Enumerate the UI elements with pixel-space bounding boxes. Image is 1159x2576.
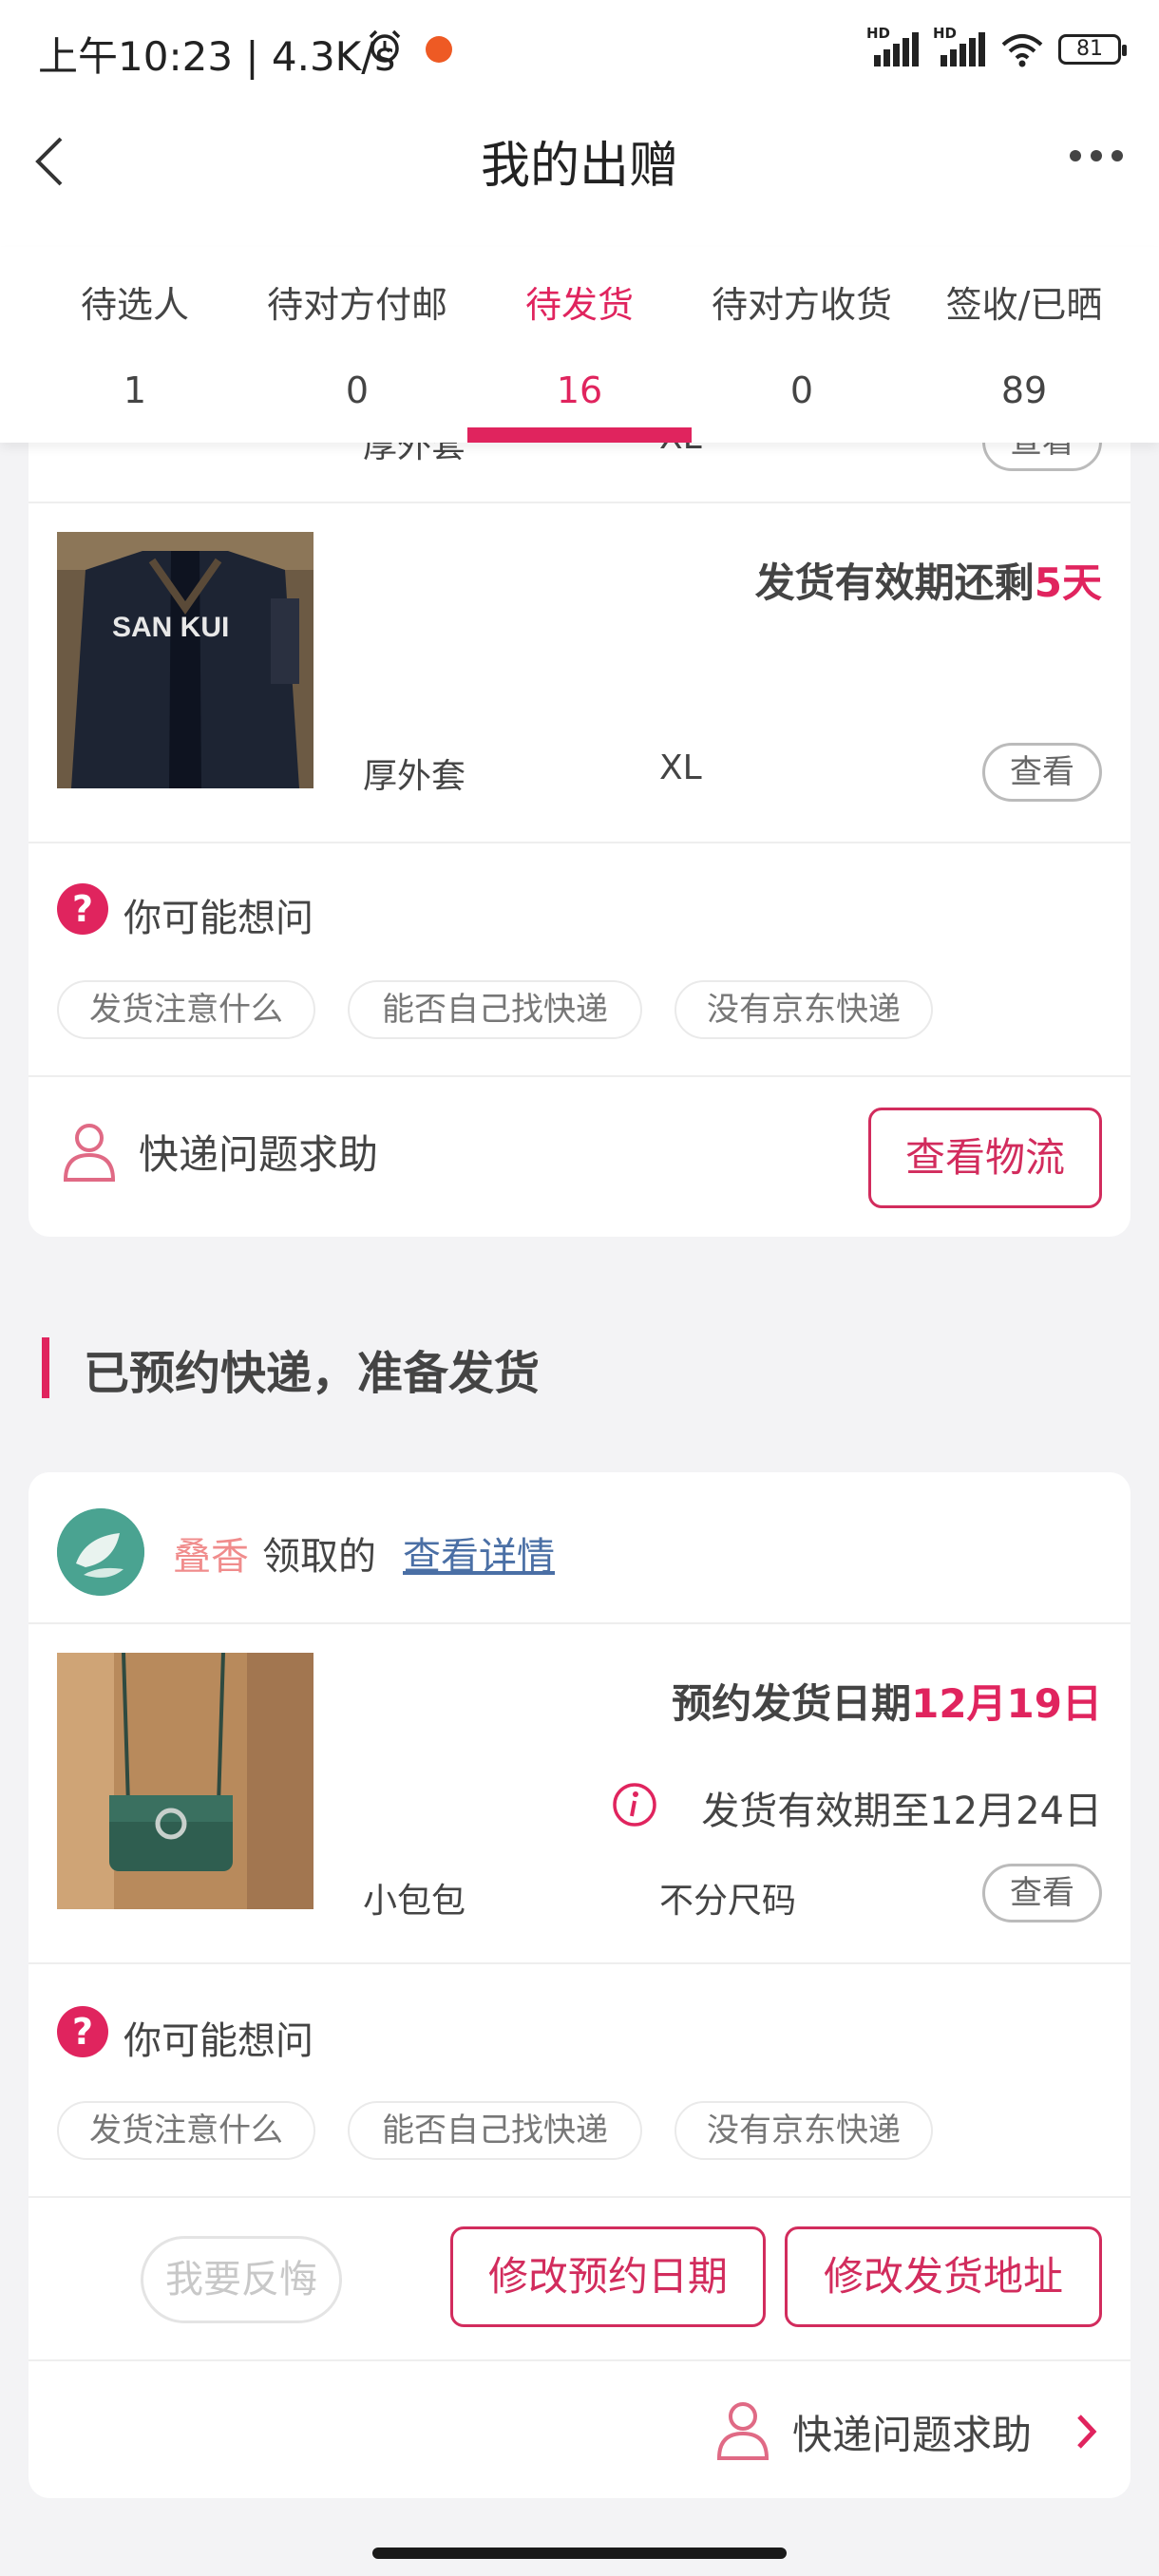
validity-text: 发货有效期至12月24日 [701, 1790, 1102, 1833]
tab-signed[interactable]: 签收/已晒 89 [920, 275, 1129, 411]
divider [28, 502, 1130, 503]
faq-title: 你可能想问 [124, 2019, 314, 2063]
tab-label: 签收/已晒 [945, 284, 1103, 326]
status-right: HD HD 81 [866, 25, 1127, 68]
appointment-date: 预约发货日期12月19日 [672, 1672, 1102, 1730]
tab-label: 待选人 [80, 284, 189, 326]
tab-pending-select[interactable]: 待选人 1 [30, 275, 239, 411]
divider [28, 1622, 1130, 1624]
courier-help[interactable]: 快递问题求助 [139, 1123, 378, 1181]
section-title: 已预约快递，准备发货 [84, 1347, 541, 1400]
status-bar: 上午10:23 | 4.3K/s HD HD 81 [0, 0, 1159, 104]
nav-bar: 我的出赠 [0, 104, 1159, 247]
avatar[interactable] [57, 1508, 144, 1596]
wifi-icon [1001, 34, 1043, 67]
faq-chip-own-courier[interactable]: 能否自己找快递 [348, 2101, 642, 2160]
divider [28, 2359, 1130, 2361]
item-name: 小包包 [363, 1882, 466, 1921]
appointment-value: 12月19日 [911, 1680, 1102, 1727]
receiver-name[interactable]: 叠香 [173, 1525, 249, 1581]
signal-icon-2: HD [933, 25, 986, 68]
tab-active-indicator [467, 427, 692, 443]
courier-help[interactable]: 快递问题求助 [792, 2403, 1032, 2461]
question-icon: ? [57, 883, 108, 935]
item-size: XL [659, 748, 702, 787]
item-thumbnail-jacket[interactable]: SAN KUI [57, 532, 314, 788]
divider [28, 2196, 1130, 2198]
change-address-button[interactable]: 修改发货地址 [785, 2226, 1102, 2327]
signal-icon: HD [866, 25, 920, 68]
alarm-icon [369, 29, 401, 63]
faq-chip-shipping-notes[interactable]: 发货注意什么 [57, 980, 315, 1039]
tab-pending-receipt[interactable]: 待对方收货 0 [697, 275, 906, 411]
signal-label: HD [866, 25, 891, 42]
view-details-link[interactable]: 查看详情 [403, 1525, 555, 1581]
chevron-right-icon[interactable] [1075, 2413, 1098, 2451]
status-time: 上午10:23 | 4.3K/s [38, 33, 396, 80]
deadline-value: 5天 [1034, 559, 1102, 606]
section-marker [42, 1337, 49, 1398]
view-logistics-button[interactable]: 查看物流 [868, 1108, 1102, 1208]
gift-card-2: 叠香 领取的 查看详情 预约发货日期12月19日 发货有效期至12月24日 小包… [28, 1472, 1130, 2498]
view-button[interactable]: 查看 [982, 1864, 1102, 1923]
faq-title: 你可能想问 [124, 897, 314, 940]
faq-chip-no-jd[interactable]: 没有京东快递 [674, 980, 933, 1039]
item-name: 厚外套 [363, 757, 466, 796]
item-size: 不分尺码 [659, 1882, 797, 1921]
question-icon: ? [57, 2006, 108, 2057]
tab-label: 待对方收货 [711, 284, 892, 326]
more-icon[interactable] [1070, 150, 1123, 163]
page-title: 我的出赠 [480, 138, 678, 195]
shipping-deadline: 发货有效期还剩5天 [755, 551, 1102, 609]
home-indicator[interactable] [372, 2548, 787, 2559]
tab-label: 待对方付邮 [266, 284, 447, 326]
appointment-label: 预约发货日期 [672, 1680, 912, 1727]
gift-card-1: 厚外套 XL 查看 SAN KUI 发货有效期还剩5天 厚外套 XL 查看 ? … [28, 361, 1130, 1237]
person-icon [63, 1124, 116, 1182]
faq-chip-no-jd[interactable]: 没有京东快递 [674, 2101, 933, 2160]
claimed-label: 领取的 [262, 1535, 376, 1579]
view-button[interactable]: 查看 [982, 743, 1102, 802]
info-icon [613, 1783, 656, 1827]
tab-count: 16 [556, 369, 603, 411]
tab-count: 89 [1000, 369, 1048, 411]
divider [28, 1962, 1130, 1964]
tab-count: 0 [789, 369, 814, 411]
item-thumbnail-bag[interactable] [57, 1653, 314, 1909]
regret-button[interactable]: 我要反悔 [141, 2236, 342, 2323]
divider [28, 842, 1130, 843]
tab-pending-shipment[interactable]: 待发货 16 [475, 275, 684, 411]
jacket-print: SAN KUI [112, 612, 229, 643]
tab-count: 1 [123, 369, 147, 411]
person-icon [716, 2402, 770, 2460]
tab-count: 0 [345, 369, 370, 411]
deadline-label: 发货有效期还剩 [754, 559, 1035, 606]
faq-chip-own-courier[interactable]: 能否自己找快递 [348, 980, 642, 1039]
tab-label: 待发货 [524, 284, 634, 326]
tab-bar: 待选人 1 待对方付邮 0 待发货 16 待对方收货 0 签收/已晒 89 [0, 247, 1159, 443]
signal-label-2: HD [933, 25, 958, 42]
app-notification-icon [426, 36, 452, 63]
change-date-button[interactable]: 修改预约日期 [450, 2226, 766, 2327]
battery-icon: 81 [1058, 34, 1127, 65]
divider [28, 1075, 1130, 1077]
tab-pending-postage[interactable]: 待对方付邮 0 [253, 275, 462, 411]
faq-chip-shipping-notes[interactable]: 发货注意什么 [57, 2101, 315, 2160]
